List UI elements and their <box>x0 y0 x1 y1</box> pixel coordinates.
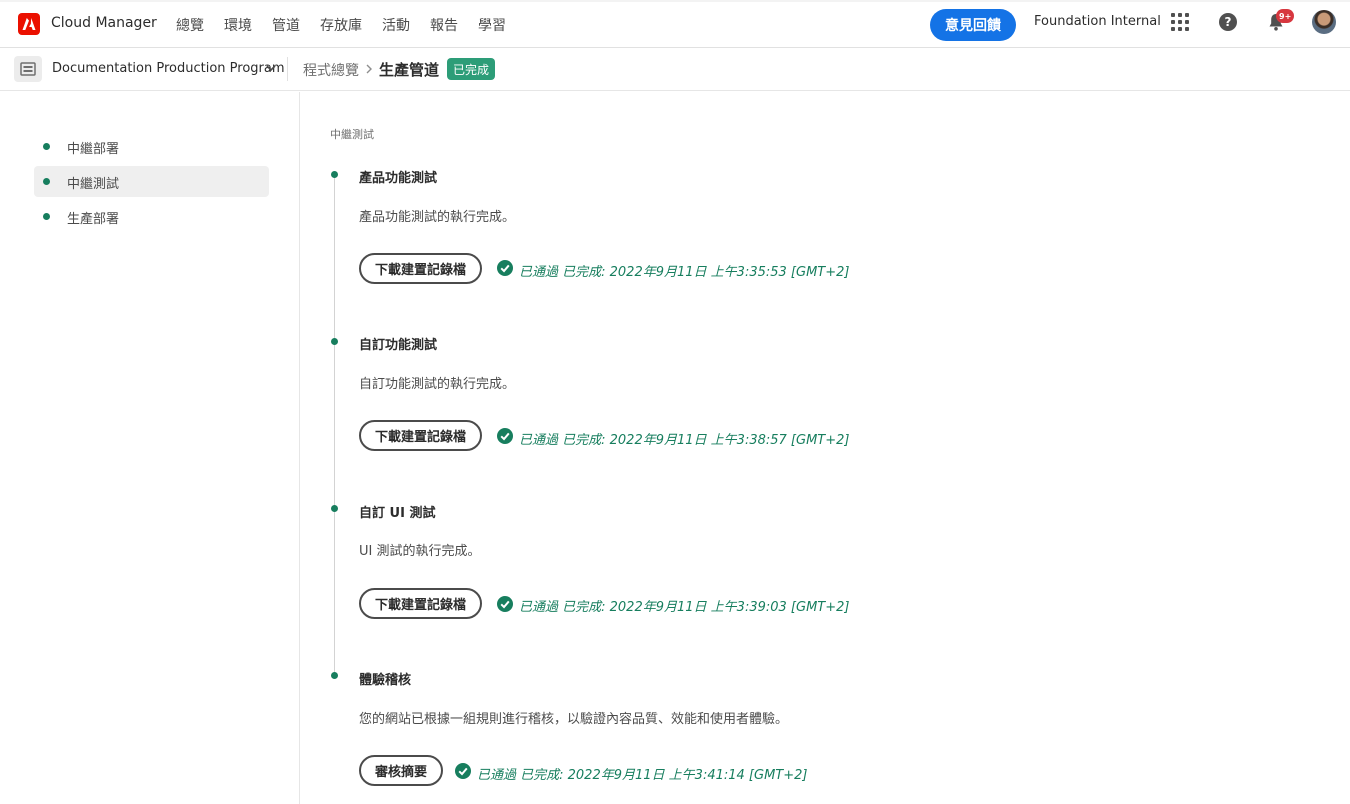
step-status-dot-icon <box>43 178 50 185</box>
test-title: 自訂 UI 測試 <box>359 506 436 521</box>
test-title: 產品功能測試 <box>359 171 438 186</box>
test-title: 體驗稽核 <box>359 673 412 688</box>
step-item-production-deployment[interactable]: 生產部署 <box>34 201 269 232</box>
pipeline-status-badge: 已完成 <box>447 58 496 80</box>
nav-item-repositories[interactable]: 存放庫 <box>320 15 362 35</box>
program-bar: Documentation Production Program 程式總覽 生產… <box>0 48 1350 91</box>
header-top-strip <box>0 0 1350 2</box>
app-switcher-icon[interactable] <box>1171 13 1189 31</box>
check-circle-icon <box>497 260 513 276</box>
chevron-right-icon <box>366 64 372 74</box>
timeline-dot-icon <box>331 505 338 512</box>
nav-item-reports[interactable]: 報告 <box>430 15 458 35</box>
nav-item-pipelines[interactable]: 管道 <box>272 15 300 35</box>
nav-item-learn[interactable]: 學習 <box>478 15 506 35</box>
test-description: 您的網站已根據一組規則進行稽核，以驗證內容品質、效能和使用者體驗。 <box>359 712 789 727</box>
timeline-dot-icon <box>331 338 338 345</box>
app-title[interactable]: Cloud Manager <box>51 15 157 31</box>
check-circle-icon <box>497 596 513 612</box>
test-status: 已通過 已完成: 2022年9月11日 上午3:41:14 [GMT+2] <box>477 768 808 783</box>
nav-item-overview[interactable]: 總覽 <box>176 15 204 35</box>
check-circle-icon <box>455 763 471 779</box>
audit-summary-button[interactable]: 審核摘要 <box>359 755 444 786</box>
test-description: 產品功能測試的執行完成。 <box>359 210 516 225</box>
step-item-stage-testing[interactable]: 中繼測試 <box>34 166 269 197</box>
notification-count-badge: 9+ <box>1276 9 1295 23</box>
adobe-logo-icon[interactable] <box>18 13 40 35</box>
pipeline-steps-nav: 中繼部署 中繼測試 生產部署 <box>0 92 300 804</box>
step-detail-panel: 中繼測試 產品功能測試 產品功能測試的執行完成。 下載建置記錄檔 已通過 已完成… <box>300 92 1350 804</box>
main-nav: 總覽 環境 管道 存放庫 活動 報告 學習 <box>176 15 506 35</box>
program-selector[interactable]: Documentation Production Program <box>52 61 285 76</box>
global-header: Cloud Manager 總覽 環境 管道 存放庫 活動 報告 學習 意見回饋… <box>0 0 1350 48</box>
download-build-log-button[interactable]: 下載建置記錄檔 <box>359 588 483 619</box>
test-description: UI 測試的執行完成。 <box>359 544 481 559</box>
user-avatar[interactable] <box>1312 10 1336 34</box>
nav-item-environments[interactable]: 環境 <box>224 15 252 35</box>
step-item-stage-deployment[interactable]: 中繼部署 <box>34 131 269 162</box>
step-label: 中繼部署 <box>67 142 120 157</box>
feedback-button[interactable]: 意見回饋 <box>930 9 1016 41</box>
help-icon[interactable]: ? <box>1219 13 1237 31</box>
org-switcher[interactable]: Foundation Internal <box>1034 14 1161 29</box>
timeline-dot-icon <box>331 672 338 679</box>
download-build-log-button[interactable]: 下載建置記錄檔 <box>359 253 483 284</box>
step-label: 中繼測試 <box>67 177 120 192</box>
timeline-line <box>334 174 335 676</box>
section-heading: 中繼測試 <box>330 128 374 141</box>
help-glyph: ? <box>1224 15 1232 29</box>
test-status: 已通過 已完成: 2022年9月11日 上午3:35:53 [GMT+2] <box>519 265 850 280</box>
step-status-dot-icon <box>43 143 50 150</box>
test-status: 已通過 已完成: 2022年9月11日 上午3:39:03 [GMT+2] <box>519 600 850 615</box>
test-status: 已通過 已完成: 2022年9月11日 上午3:38:57 [GMT+2] <box>519 433 850 448</box>
step-status-dot-icon <box>43 213 50 220</box>
test-description: 自訂功能測試的執行完成。 <box>359 377 516 392</box>
breadcrumb-divider <box>287 57 288 81</box>
timeline-dot-icon <box>331 171 338 178</box>
program-icon <box>14 56 42 82</box>
check-circle-icon <box>497 428 513 444</box>
chevron-down-icon[interactable] <box>265 62 277 74</box>
breadcrumb-current-page: 生產管道 <box>379 61 440 79</box>
breadcrumb-program-overview[interactable]: 程式總覽 <box>303 60 359 80</box>
download-build-log-button[interactable]: 下載建置記錄檔 <box>359 420 483 451</box>
test-title: 自訂功能測試 <box>359 338 438 353</box>
nav-item-activity[interactable]: 活動 <box>382 15 410 35</box>
step-label: 生產部署 <box>67 212 120 227</box>
